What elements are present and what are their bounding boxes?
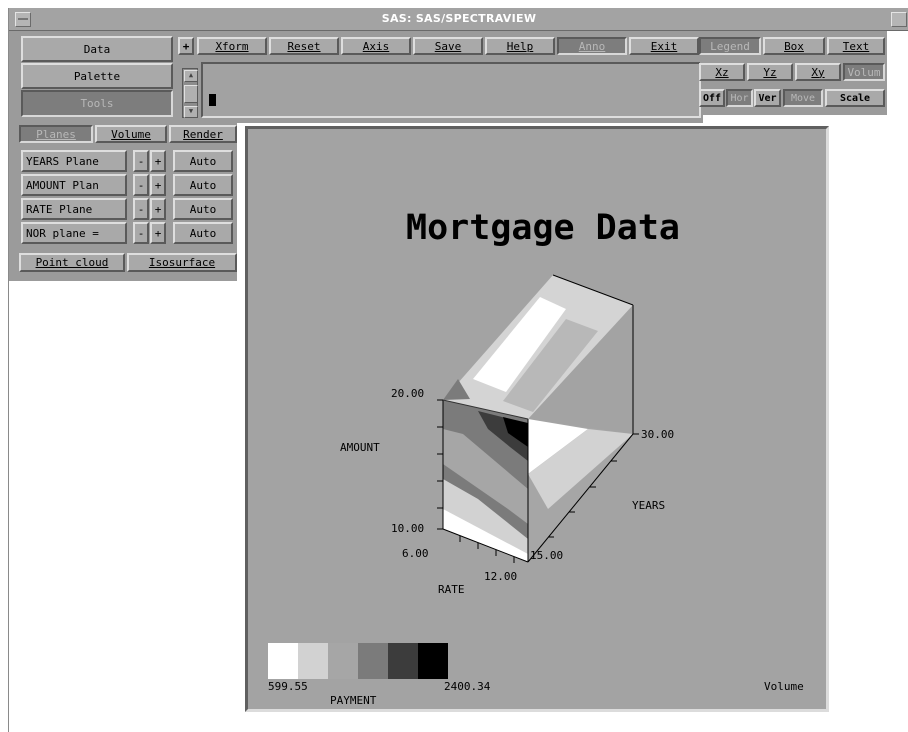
xz-button-label: Xz <box>715 65 729 79</box>
rate-plane-button[interactable]: RATE Plane <box>21 198 127 220</box>
tab-render-label: Render <box>183 127 223 141</box>
anno-button-label: Anno <box>578 39 606 53</box>
ver-button[interactable]: Ver <box>754 89 781 107</box>
legend-swatch <box>388 643 418 679</box>
volume-view-button[interactable]: Volum <box>843 63 885 81</box>
legend-swatch <box>268 643 298 679</box>
plot-title: Mortgage Data <box>406 208 680 248</box>
title-bar[interactable]: SAS: SAS/SPECTRAVIEW <box>9 8 908 31</box>
years-min-label: 15.00 <box>530 549 563 562</box>
yz-button[interactable]: Yz <box>747 63 793 81</box>
volume-view[interactable]: Mortgage Data 20.00 10.00 AMOUNT 30.00 1… <box>245 126 829 712</box>
amount-max-label: 20.00 <box>391 387 424 400</box>
rate-min-label: 6.00 <box>402 547 429 560</box>
nor-plane-button[interactable]: NOR plane = <box>21 222 127 244</box>
help-button-label: Help <box>506 39 534 53</box>
exit-button[interactable]: Exit <box>629 37 699 55</box>
years-axis-label: YEARS <box>632 499 665 512</box>
amount-min-label: 10.00 <box>391 522 424 535</box>
years-max-label: 30.00 <box>641 428 674 441</box>
axis-button[interactable]: Axis <box>341 37 411 55</box>
legend-min-label: 599.55 <box>268 680 308 693</box>
years-plane-button[interactable]: YEARS Plane <box>21 150 127 172</box>
maximize-icon[interactable] <box>891 12 907 27</box>
xform-button-label: Xform <box>215 39 249 53</box>
legend-title: PAYMENT <box>330 694 377 707</box>
rate-max-label: 12.00 <box>484 570 517 583</box>
palette-menu-button[interactable]: Palette <box>21 63 173 89</box>
reset-button-label: Reset <box>287 39 321 53</box>
tab-render[interactable]: Render <box>169 125 237 143</box>
add-button[interactable]: + <box>178 37 194 55</box>
legend-max-label: 2400.34 <box>444 680 491 693</box>
box-button-label: Box <box>784 39 804 53</box>
years-plane-auto[interactable]: Auto <box>173 150 233 172</box>
view-mode-label: Volume <box>764 680 804 693</box>
text-button[interactable]: Text <box>827 37 885 55</box>
amount-plane-minus[interactable]: - <box>133 174 149 196</box>
window-title: SAS: SAS/SPECTRAVIEW <box>381 12 537 25</box>
nor-plane-auto[interactable]: Auto <box>173 222 233 244</box>
tools-menu-button[interactable]: Tools <box>21 90 173 117</box>
tab-planes[interactable]: Planes <box>19 125 93 143</box>
text-button-label: Text <box>842 39 870 53</box>
volume-plot[interactable]: Mortgage Data 20.00 10.00 AMOUNT 30.00 1… <box>248 129 826 709</box>
reset-button[interactable]: Reset <box>269 37 339 55</box>
legend-swatch <box>328 643 358 679</box>
years-plane-minus[interactable]: - <box>133 150 149 172</box>
legend-swatch <box>298 643 328 679</box>
rate-plane-auto[interactable]: Auto <box>173 198 233 220</box>
rate-axis-label: RATE <box>438 583 465 596</box>
amount-plane-plus[interactable]: + <box>150 174 166 196</box>
anno-button[interactable]: Anno <box>557 37 627 55</box>
message-area[interactable] <box>201 62 701 118</box>
xform-button[interactable]: Xform <box>197 37 267 55</box>
scale-button[interactable]: Scale <box>825 89 885 107</box>
text-cursor <box>209 94 216 106</box>
scroll-down-icon[interactable]: ▼ <box>184 106 198 118</box>
data-menu-button[interactable]: Data <box>21 36 173 62</box>
help-button[interactable]: Help <box>485 37 555 55</box>
move-button[interactable]: Move <box>783 89 823 107</box>
point-cloud-label: Point cloud <box>35 256 109 269</box>
yz-button-label: Yz <box>763 65 777 79</box>
nor-plane-minus[interactable]: - <box>133 222 149 244</box>
spectraview-window: SAS: SAS/SPECTRAVIEW Data Palette Tools … <box>8 8 908 732</box>
point-cloud-button[interactable]: Point cloud <box>19 253 125 272</box>
save-button-label: Save <box>434 39 462 53</box>
rate-plane-minus[interactable]: - <box>133 198 149 220</box>
tab-volume-label: Volume <box>111 127 151 141</box>
rate-plane-plus[interactable]: + <box>150 198 166 220</box>
xz-button[interactable]: Xz <box>699 63 745 81</box>
xy-button[interactable]: Xy <box>795 63 841 81</box>
isosurface-button[interactable]: Isosurface <box>127 253 237 272</box>
scroll-thumb[interactable] <box>184 85 198 103</box>
legend-button[interactable]: Legend <box>699 37 761 55</box>
hor-button[interactable]: Hor <box>726 89 753 107</box>
off-button[interactable]: Off <box>699 89 725 107</box>
scroll-up-icon[interactable]: ▲ <box>184 70 198 82</box>
xy-button-label: Xy <box>811 65 825 79</box>
message-scrollbar[interactable]: ▲ ▼ <box>182 68 198 118</box>
save-button[interactable]: Save <box>413 37 483 55</box>
exit-button-label: Exit <box>650 39 678 53</box>
amount-plane-button[interactable]: AMOUNT Plan <box>21 174 127 196</box>
tab-volume[interactable]: Volume <box>95 125 167 143</box>
box-button[interactable]: Box <box>763 37 825 55</box>
tab-planes-label: Planes <box>36 127 76 141</box>
amount-axis-label: AMOUNT <box>340 441 380 454</box>
amount-plane-auto[interactable]: Auto <box>173 174 233 196</box>
isosurface-label: Isosurface <box>148 256 216 269</box>
axis-button-label: Axis <box>362 39 390 53</box>
nor-plane-plus[interactable]: + <box>150 222 166 244</box>
legend-swatch <box>418 643 448 679</box>
years-plane-plus[interactable]: + <box>150 150 166 172</box>
payment-legend <box>268 643 448 679</box>
legend-swatch <box>358 643 388 679</box>
